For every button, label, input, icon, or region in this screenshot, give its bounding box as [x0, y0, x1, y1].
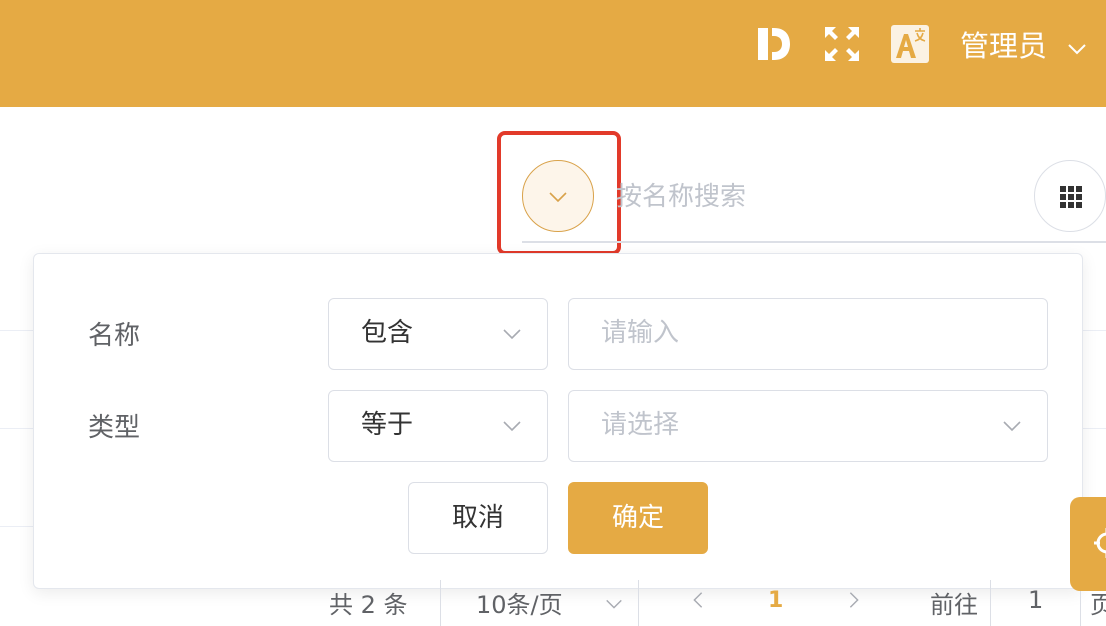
grid-icon [1060, 186, 1082, 208]
pagination-current-page[interactable]: 1 [768, 588, 783, 613]
confirm-button[interactable]: 确定 [568, 482, 708, 554]
table-divider [0, 526, 33, 527]
advanced-filter-panel: 名称 包含 请输入 类型 等于 请选择 取消 确定 [33, 253, 1083, 589]
table-divider [1083, 330, 1106, 331]
highlight-annotation [497, 131, 621, 255]
pagination-total: 共 2 条 [329, 591, 408, 619]
operator-select-name[interactable]: 包含 [328, 298, 548, 370]
gear-icon [1094, 528, 1106, 558]
top-header-bar: 管理员 [0, 0, 1106, 107]
divider [990, 580, 991, 626]
divider [638, 580, 639, 626]
page-size-select[interactable]: 10条/页 [476, 585, 563, 620]
table-divider [0, 330, 33, 331]
operator-select-type[interactable]: 等于 [328, 390, 548, 462]
column-settings-button[interactable] [1034, 160, 1106, 232]
type-value-select[interactable]: 请选择 [568, 390, 1048, 462]
filter-label-type: 类型 [88, 413, 141, 443]
select-placeholder: 请选择 [601, 410, 680, 440]
chevron-down-icon[interactable] [1066, 38, 1088, 60]
search-input[interactable] [616, 172, 1016, 222]
operator-value: 等于 [361, 410, 414, 440]
doc-d-icon[interactable] [754, 24, 794, 64]
prev-page-icon[interactable] [688, 590, 708, 610]
chevron-down-icon [503, 329, 521, 340]
pagination: 共 2 条 10条/页 1 前往 1 页 [0, 580, 1106, 626]
divider [440, 580, 441, 626]
input-placeholder: 请输入 [601, 318, 680, 348]
name-value-input[interactable]: 请输入 [568, 298, 1048, 370]
fullscreen-icon[interactable] [822, 24, 862, 64]
floating-settings-tab[interactable] [1070, 497, 1106, 591]
goto-label: 前往 [930, 591, 978, 619]
cancel-button[interactable]: 取消 [408, 482, 548, 554]
search-underline [522, 241, 1106, 243]
table-divider [0, 428, 33, 429]
chevron-down-icon[interactable] [604, 594, 624, 614]
chevron-down-icon [1003, 421, 1021, 432]
next-page-icon[interactable] [844, 590, 864, 610]
filter-label-name: 名称 [88, 321, 141, 351]
operator-value: 包含 [361, 318, 414, 348]
table-divider [1083, 428, 1106, 429]
user-name[interactable]: 管理员 [960, 26, 1047, 66]
chevron-down-icon [503, 421, 521, 432]
translate-icon[interactable] [890, 24, 930, 64]
goto-page-input[interactable]: 1 [1028, 586, 1043, 614]
